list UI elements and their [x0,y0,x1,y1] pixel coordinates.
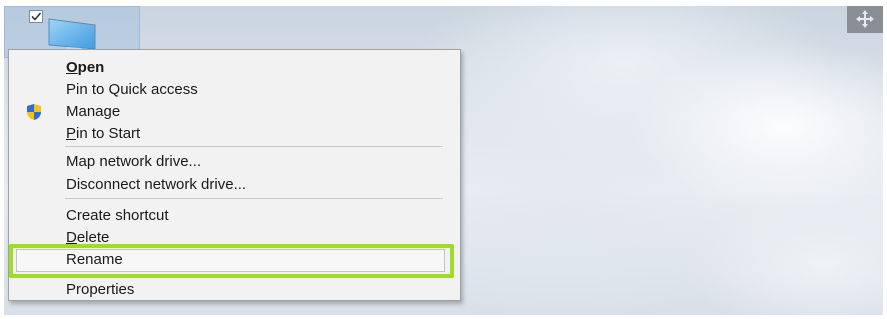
menu-item-label: Create shortcut [66,207,169,224]
menu-item-label: Pin to Quick access [66,81,198,98]
menu-item-label: Manage [66,103,121,120]
menu-item-map-network-drive[interactable]: Map network drive... [9,151,460,173]
rename-highlight-frame [9,244,454,278]
menu-item-pin-to-start[interactable]: Pin to Start [9,123,460,145]
menu-item-label: Map network drive... [66,153,202,170]
menu-separator [65,198,443,199]
menu-item-label: Properties [66,281,135,298]
menu-separator [65,146,443,147]
menu-item-create-shortcut[interactable]: Create shortcut [9,205,460,227]
menu-item-label: Pin to Start [66,125,141,142]
menu-item-manage[interactable]: Manage [9,101,460,123]
menu-item-open[interactable]: Open [9,57,460,79]
move-arrows-icon [856,10,874,28]
menu-item-pin-to-quick-access[interactable]: Pin to Quick access [9,79,460,101]
move-handle[interactable] [847,6,883,33]
menu-item-properties[interactable]: Properties [9,279,460,301]
context-menu: Open Pin to Quick access Manage Pin to S… [8,49,461,301]
menu-item-label: Open [66,59,105,76]
menu-item-disconnect-network-drive[interactable]: Disconnect network drive... [9,174,460,196]
icon-selection-checkbox[interactable] [29,10,43,23]
menu-item-label: Disconnect network drive... [66,176,247,193]
uac-shield-icon [27,104,41,120]
checkmark-icon [31,12,42,21]
